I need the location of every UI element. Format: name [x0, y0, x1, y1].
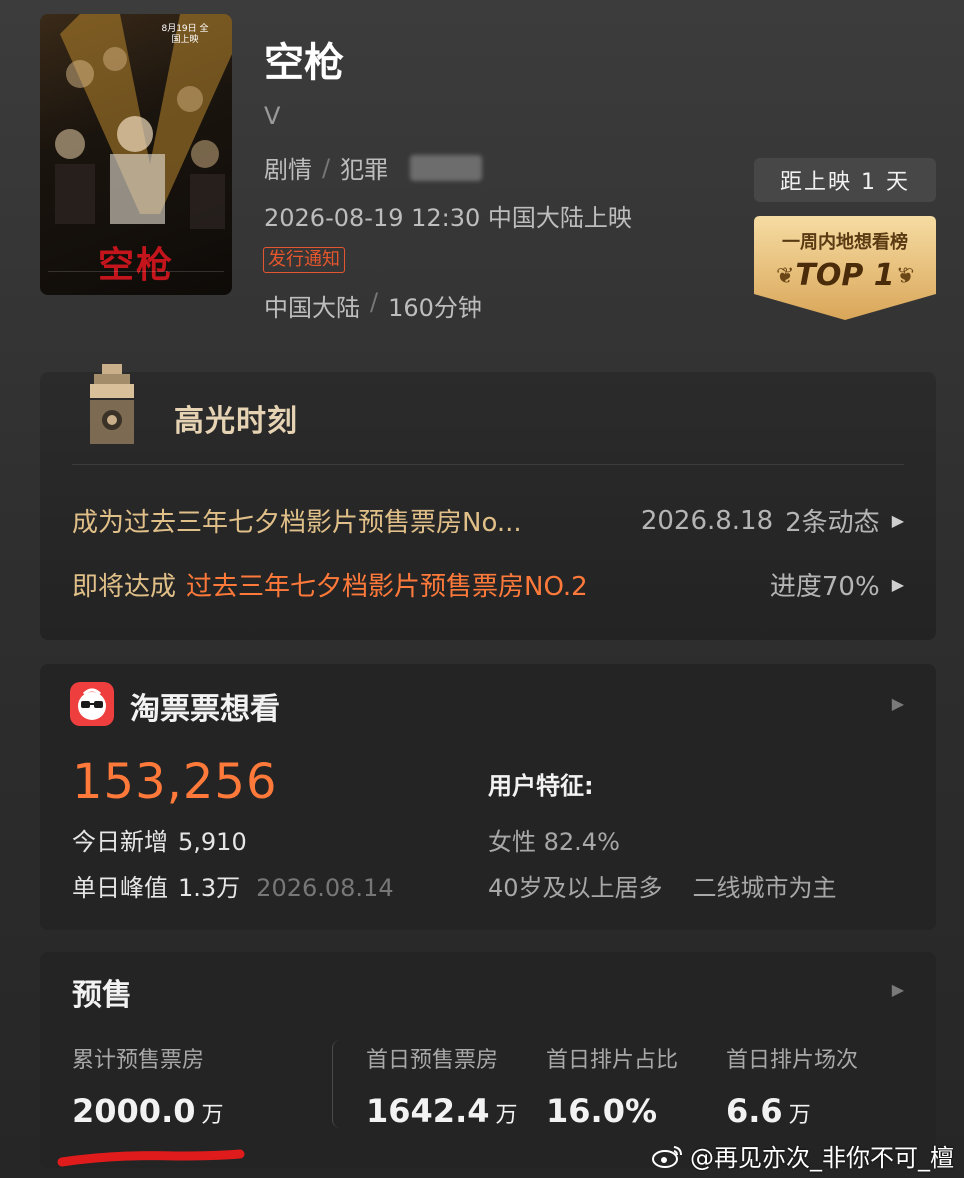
highlight-prefix: 即将达成 — [72, 572, 177, 602]
movie-subtitle: V — [264, 102, 281, 130]
progress-label: 进度70% — [769, 572, 880, 602]
blurred-format-tag — [410, 154, 483, 181]
stat-first-day-presale: 首日预售票房 1642.4 万 — [366, 1042, 518, 1130]
feature-age: 40岁及以上居多 — [488, 874, 663, 902]
stat-label: 首日排片场次 — [726, 1048, 859, 1073]
highlight-progress: 进度70% ▶ — [770, 566, 904, 603]
countdown-badge: 距上映 1 天 — [754, 158, 936, 202]
watermark: @再见亦次_非你不可_檀 — [652, 1138, 954, 1173]
feature-row: 40岁及以上居多 二线城市为主 — [488, 868, 837, 903]
presale-card[interactable]: 预售 ▶ 累计预售票房 2000.0 万 首日预售票房 1642.4 万 首日排片占… — [40, 952, 936, 1168]
wish-card[interactable]: 淘票票想看 ▶ 153,256 今日新增 5,910 单日峰值 1.3万 2026.0… — [40, 664, 936, 930]
highlight-meta: 2026.8.18 2条动态 ▶ — [641, 502, 904, 539]
laurel-right-icon: ❦ — [895, 264, 914, 289]
movie-title: 空枪 — [264, 40, 344, 86]
highlight-date: 2026.8.18 — [640, 505, 774, 536]
stat-value: 16.0% — [546, 1092, 678, 1130]
highlights-card: 高光时刻 成为过去三年七夕档影片预售票房No... 2026.8.18 2条动态… — [40, 364, 936, 640]
stat-total-presale: 累计预售票房 2000.0 万 — [72, 1042, 224, 1130]
highlight-text: 成为过去三年七夕档影片预售票房No... — [72, 508, 522, 538]
separator: / — [370, 288, 379, 316]
divider — [332, 1040, 340, 1128]
stat-value: 6.6 万 — [726, 1092, 858, 1130]
presale-title: 预售 — [72, 978, 132, 1013]
stat-unit: 万 — [495, 1103, 518, 1128]
play-triangle-icon[interactable]: ▶ — [892, 694, 904, 713]
stat-label: 首日预售票房 — [366, 1048, 499, 1073]
today-value: 5,910 — [178, 828, 247, 856]
stat-unit: 万 — [788, 1103, 811, 1128]
highlight-updates: 2条动态 — [785, 508, 880, 538]
rank-badge[interactable]: 一周内地想看榜 ❦ TOP 1 ❦ — [754, 216, 936, 320]
wish-count: 153,256 — [72, 754, 278, 810]
stat-label: 累计预售票房 — [72, 1048, 205, 1073]
stat-number: 1642.4 — [366, 1092, 490, 1130]
play-triangle-icon: ▶ — [891, 511, 904, 530]
camera-tower-icon — [90, 364, 134, 444]
highlight-target: 过去三年七夕档影片预售票房NO.2 — [186, 572, 588, 602]
peak-value: 1.3万 — [178, 874, 241, 902]
poster-credits — [48, 271, 224, 287]
stat-value: 1642.4 万 — [366, 1092, 518, 1130]
taopiaopiao-icon — [70, 682, 114, 726]
divider — [72, 464, 904, 465]
rank-title: 一周内地想看榜 — [782, 232, 908, 253]
stat-number: 16.0% — [546, 1092, 658, 1130]
stat-number: 6.6 — [726, 1092, 783, 1130]
feature-gender: 女性 82.4% — [488, 828, 620, 856]
stat-value: 2000.0 万 — [72, 1092, 224, 1130]
peak-date: 2026.08.14 — [256, 874, 394, 902]
stat-number: 2000.0 — [72, 1092, 196, 1130]
feature-city: 二线城市为主 — [692, 874, 837, 902]
country-duration-row: 中国大陆 / 160分钟 — [264, 288, 482, 323]
highlight-item[interactable]: 即将达成 过去三年七夕档影片预售票房NO.2 进度70% ▶ — [72, 566, 904, 603]
genre-tag: 剧情 — [264, 156, 312, 184]
highlights-title: 高光时刻 — [174, 404, 298, 439]
red-underline-mark — [57, 1149, 245, 1167]
stat-label: 首日排片占比 — [546, 1048, 679, 1073]
genre-tag: 犯罪 — [340, 156, 389, 184]
duration: 160分钟 — [388, 294, 482, 322]
stat-unit: 万 — [201, 1103, 224, 1128]
peak-label: 单日峰值 — [72, 874, 168, 902]
watermark-text: @再见亦次_非你不可_檀 — [690, 1144, 954, 1172]
separator: / — [322, 153, 331, 182]
weibo-icon — [652, 1145, 682, 1168]
release-info: 2026-08-19 12:30 中国大陆上映 — [264, 204, 632, 232]
country: 中国大陆 — [264, 294, 360, 322]
movie-poster[interactable]: 8月19日 全国上映 空枪 — [40, 14, 232, 295]
today-label: 今日新增 — [72, 828, 168, 856]
stat-first-day-share: 首日排片占比 16.0% — [546, 1042, 678, 1130]
notice-badge[interactable]: 发行通知 — [263, 247, 345, 273]
app-name: 淘票票想看 — [130, 692, 280, 727]
play-triangle-icon: ▶ — [891, 575, 904, 594]
features-title: 用户特征: — [488, 772, 594, 800]
peak-day: 单日峰值 1.3万 2026.08.14 — [72, 868, 394, 903]
today-increase: 今日新增 5,910 — [72, 822, 247, 857]
play-triangle-icon[interactable]: ▶ — [892, 980, 904, 999]
highlight-item[interactable]: 成为过去三年七夕档影片预售票房No... 2026.8.18 2条动态 ▶ — [72, 502, 904, 539]
poster-date: 8月19日 全国上映 — [161, 24, 209, 45]
genre-row: 剧情 / 犯罪 — [264, 150, 483, 185]
stat-first-day-shows: 首日排片场次 6.6 万 — [726, 1042, 858, 1130]
